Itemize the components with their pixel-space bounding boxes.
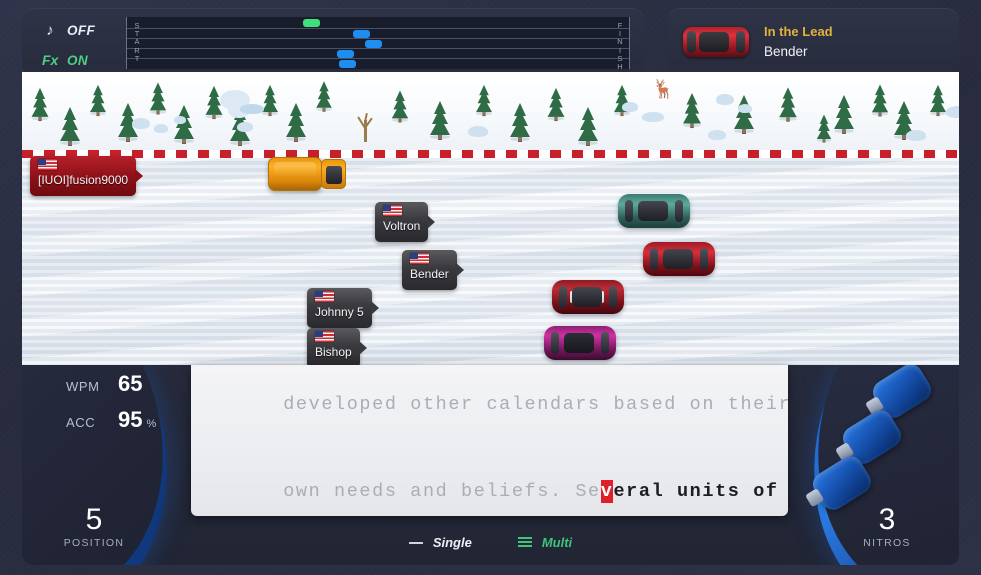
fx-toggle[interactable]: Fx ON <box>42 48 130 72</box>
typing-line: own needs and beliefs. Several units of <box>207 448 777 516</box>
acc-unit: % <box>146 418 157 430</box>
opponent-vehicle <box>544 326 616 360</box>
acc-label: ACC <box>66 415 96 430</box>
music-toggle-label: OFF <box>67 22 96 38</box>
leader-title: In the Lead <box>764 24 833 40</box>
minimap-finish-label: FINISH <box>617 21 623 72</box>
typed-text: developed other calendars based on their <box>283 394 788 415</box>
audio-settings: ♪ OFF Fx ON <box>42 18 130 72</box>
opponent-nameplate: Voltron <box>375 202 436 242</box>
game-screen: ♪ OFF Fx ON START FINISH In the Lead Ben… <box>0 0 981 575</box>
race-minimap: START FINISH <box>126 17 630 72</box>
single-line-icon <box>408 536 424 549</box>
player-name: [IUOI]fusion9000 <box>38 173 129 187</box>
typing-text-panel[interactable]: developed other calendars based on their… <box>191 365 788 516</box>
opponent-vehicle <box>643 242 715 276</box>
typing-cursor: v <box>600 480 614 503</box>
road-surface <box>22 158 959 365</box>
us-flag-icon <box>410 253 429 264</box>
acc-value: 95 <box>118 407 143 432</box>
race-progress-panel: ♪ OFF Fx ON START FINISH <box>22 8 644 76</box>
minimap-racer-dot <box>365 40 382 48</box>
pending-text: eral units of <box>613 481 779 502</box>
leader-name: Bender <box>764 43 808 59</box>
typed-text: own needs and beliefs. Se <box>283 481 601 502</box>
us-flag-icon <box>315 291 334 302</box>
player-nameplate: [IUOI]fusion9000 <box>30 156 144 196</box>
mode-multi-label: Multi <box>541 534 573 550</box>
opponent-name: Bishop <box>315 345 352 359</box>
track-curb-top <box>22 150 959 158</box>
us-flag-icon <box>315 331 334 342</box>
typing-line: developed other calendars based on their <box>207 365 788 448</box>
mode-single-label: Single <box>432 534 472 550</box>
minimap-racer-dot <box>303 19 320 27</box>
multi-lines-icon <box>517 536 533 549</box>
opponent-name: Johnny 5 <box>315 305 364 319</box>
us-flag-icon <box>38 159 57 170</box>
fx-icon: Fx <box>42 52 59 68</box>
opponent-name: Voltron <box>383 219 421 233</box>
opponent-nameplate: Bishop <box>307 328 367 365</box>
race-track: 🦌 [IUOI]fusion9000 Voltron Bender Johnny… <box>22 72 959 365</box>
music-note-icon: ♪ <box>46 21 54 39</box>
us-flag-icon <box>383 205 402 216</box>
opponent-name: Bender <box>410 267 449 281</box>
minimap-racer-dot <box>339 60 356 68</box>
red-car-icon <box>681 24 751 60</box>
wpm-value: 65 <box>118 371 143 396</box>
mode-multi[interactable]: Multi <box>517 534 573 550</box>
mode-toggle-group: Single Multi <box>22 531 959 553</box>
player-vehicle <box>268 157 346 191</box>
leader-panel: In the Lead Bender <box>668 8 959 76</box>
top-bar: ♪ OFF Fx ON START FINISH In the Lead Ben… <box>22 8 959 76</box>
mode-single[interactable]: Single <box>408 534 472 550</box>
wpm-label: WPM <box>66 379 100 394</box>
opponent-vehicle <box>552 280 624 314</box>
minimap-racer-dot <box>337 50 354 58</box>
fx-toggle-label: ON <box>67 52 89 68</box>
music-toggle[interactable]: ♪ OFF <box>42 18 130 42</box>
bare-tree-icon <box>352 108 378 142</box>
deer-icon: 🦌 <box>652 79 675 99</box>
opponent-vehicle <box>618 194 690 228</box>
opponent-nameplate: Bender <box>402 250 464 290</box>
opponent-nameplate: Johnny 5 <box>307 288 379 328</box>
minimap-racer-dot <box>353 30 370 38</box>
minimap-start-label: START <box>134 21 140 63</box>
track-scenery: 🦌 <box>22 72 959 150</box>
nitro-canisters <box>805 365 936 519</box>
